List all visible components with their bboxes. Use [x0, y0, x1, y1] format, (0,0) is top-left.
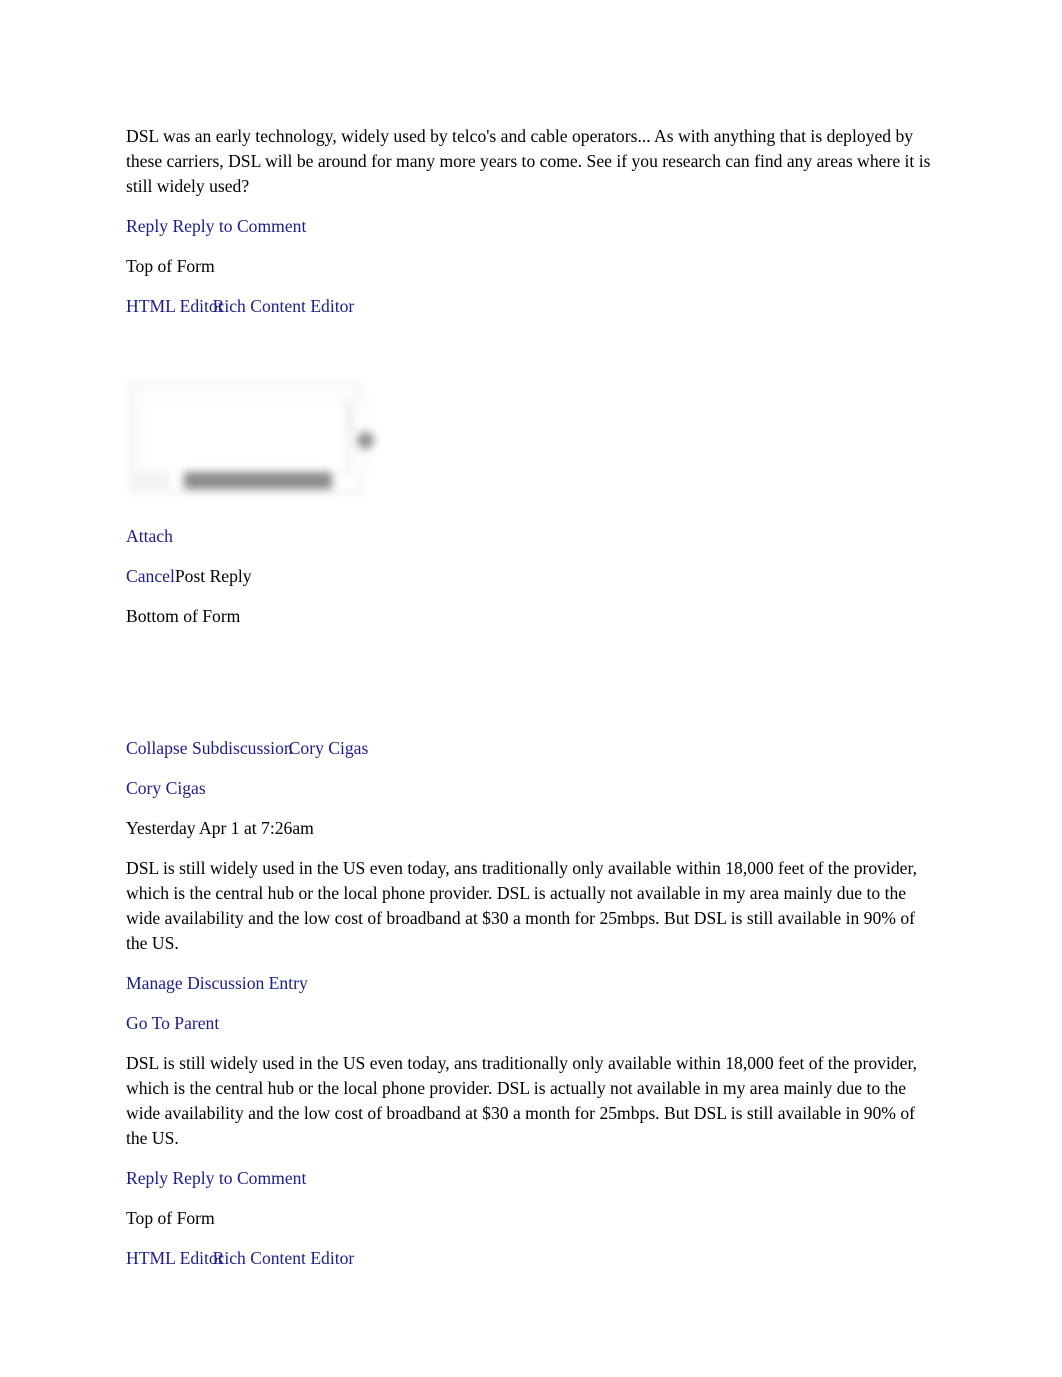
html-editor-link-bottom[interactable]: HTML Editor — [126, 1248, 224, 1268]
editor-mode-switch-bottom: HTML EditorRich Content Editor — [126, 1246, 932, 1271]
go-to-parent-row: Go To Parent — [126, 1011, 932, 1036]
top-of-form-label-bottom: Top of Form — [126, 1208, 215, 1228]
editor-text-area[interactable] — [139, 397, 363, 473]
editor-mode-switch-top: HTML EditorRich Content Editor — [126, 294, 932, 319]
go-to-parent-link[interactable]: Go To Parent — [126, 1013, 219, 1033]
subdiscussion-author-inline-link[interactable]: Cory Cigas — [289, 738, 369, 758]
instructor-comment-text: DSL was an early technology, widely used… — [126, 126, 931, 196]
editor-scroll-thumb-icon — [347, 405, 351, 429]
entry-timestamp: Yesterday Apr 1 at 7:26am — [126, 818, 314, 838]
editor-resize-handle-icon[interactable] — [357, 432, 374, 449]
top-of-form-label: Top of Form — [126, 256, 215, 276]
editor-statusbar — [184, 472, 332, 489]
rich-content-editor-link-bottom[interactable]: Rich Content Editor — [213, 1248, 355, 1268]
spacer-before-editor — [126, 334, 932, 368]
entry-message-text: DSL is still widely used in the US even … — [126, 858, 918, 953]
manage-discussion-entry-link[interactable]: Manage Discussion Entry — [126, 973, 308, 993]
document-content: DSL was an early technology, widely used… — [126, 124, 932, 1286]
reply-link-top[interactable]: Reply — [126, 216, 168, 236]
collapse-subdiscussion-link[interactable]: Collapse Subdiscussion — [126, 738, 293, 758]
rich-content-editor-widget[interactable] — [127, 376, 375, 504]
document-page: DSL was an early technology, widely used… — [0, 0, 1062, 1377]
reply-to-comment-link-top[interactable]: Reply to Comment — [172, 216, 306, 236]
top-of-form-marker: Top of Form — [126, 254, 932, 279]
subdiscussion-header: Collapse SubdiscussionCory Cigas — [126, 736, 932, 761]
timestamp-row: Yesterday Apr 1 at 7:26am — [126, 816, 932, 841]
reply-to-comment-link-bottom[interactable]: Reply to Comment — [172, 1168, 306, 1188]
attach-row: Attach — [126, 524, 932, 549]
bottom-of-form-label: Bottom of Form — [126, 606, 241, 626]
instructor-comment-block: DSL was an early technology, widely used… — [126, 124, 932, 199]
editor-statusbar-left-segment — [133, 474, 169, 487]
attach-link[interactable]: Attach — [126, 526, 173, 546]
post-reply-button[interactable]: Post Reply — [175, 566, 252, 586]
subdiscussion-author-row: Cory Cigas — [126, 776, 932, 801]
reply-bar-top: Reply Reply to Comment — [126, 214, 932, 239]
rich-content-editor-link-top[interactable]: Rich Content Editor — [213, 296, 355, 316]
bottom-of-form-marker: Bottom of Form — [126, 604, 932, 629]
quoted-message-block: DSL is still widely used in the US even … — [126, 1051, 932, 1151]
cancel-link[interactable]: Cancel — [126, 566, 175, 586]
top-of-form-marker-bottom: Top of Form — [126, 1206, 932, 1231]
manage-entry-row: Manage Discussion Entry — [126, 971, 932, 996]
reply-bar-bottom: Reply Reply to Comment — [126, 1166, 932, 1191]
quoted-message-text: DSL is still widely used in the US even … — [126, 1053, 918, 1148]
form-actions-top: CancelPost Reply — [126, 564, 932, 589]
author-name-link[interactable]: Cory Cigas — [126, 778, 206, 798]
spacer-after-editor — [126, 510, 932, 524]
html-editor-link-top[interactable]: HTML Editor — [126, 296, 224, 316]
reply-link-bottom[interactable]: Reply — [126, 1168, 168, 1188]
entry-message-block: DSL is still widely used in the US even … — [126, 856, 932, 956]
